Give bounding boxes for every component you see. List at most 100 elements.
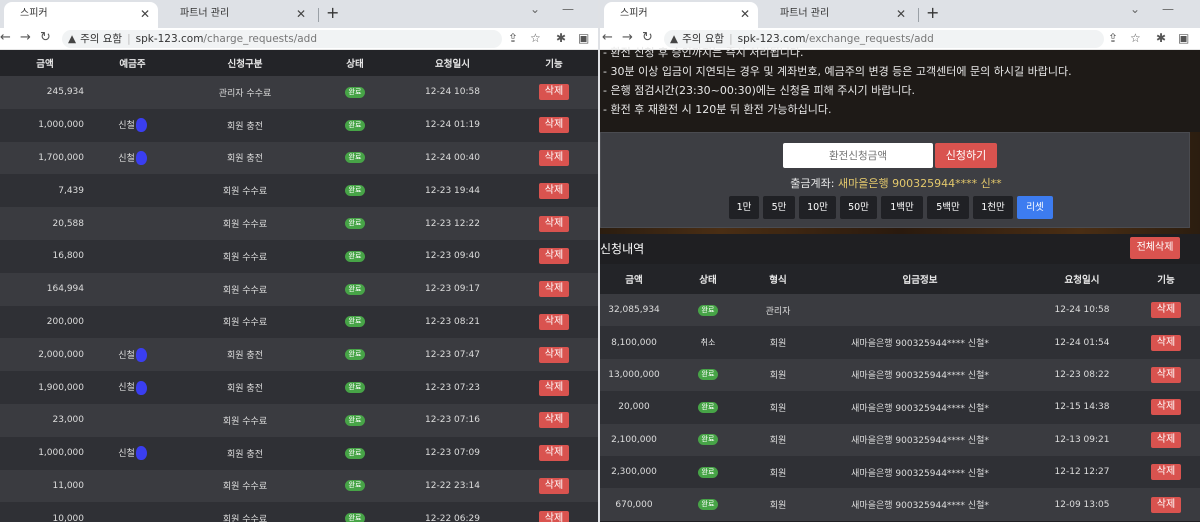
action-cell: 삭제 xyxy=(510,305,598,339)
delete-button[interactable]: 삭제 xyxy=(1150,302,1182,319)
chip-5m[interactable]: 5백만 xyxy=(927,196,969,219)
delete-button[interactable]: 삭제 xyxy=(538,182,570,199)
reset-button[interactable]: 리셋 xyxy=(1017,196,1053,219)
tab-separator xyxy=(318,8,319,22)
delete-button[interactable]: 삭제 xyxy=(538,412,570,429)
amount-cell: 13,000,000 xyxy=(600,358,668,392)
status-cell: 완료 xyxy=(315,469,395,503)
delete-button[interactable]: 삭제 xyxy=(538,510,570,522)
new-tab-icon[interactable]: + xyxy=(926,3,939,22)
type-cell: 회원 충전 xyxy=(175,436,315,470)
table-row: 1,000,000 신철 회원 충전 완료 12-23 07:09 삭제 xyxy=(0,436,598,470)
chip-50k[interactable]: 5만 xyxy=(763,196,795,219)
tab-speaker[interactable]: 스피커 ✕ xyxy=(604,2,758,28)
delete-button[interactable]: 삭제 xyxy=(538,117,570,134)
side-panel-icon[interactable]: ▣ xyxy=(578,31,589,45)
submit-button[interactable]: 신청하기 xyxy=(935,143,997,168)
notice-line: - 환전 후 재환전 시 120분 뒤 환전 가능하십니다. xyxy=(603,103,832,116)
close-icon[interactable]: ✕ xyxy=(740,2,750,26)
deposit-info-cell: 새마을은행 900325944**** 신철* xyxy=(808,391,1032,424)
status-cell: 완료 xyxy=(315,338,395,372)
date-cell: 12-22 06:29 xyxy=(395,502,510,522)
minimize-icon[interactable]: — xyxy=(1162,2,1174,16)
amount-cell: 8,100,000 xyxy=(600,326,668,359)
delete-button[interactable]: 삭제 xyxy=(538,84,570,101)
chip-100k[interactable]: 10만 xyxy=(799,196,836,219)
delete-button[interactable]: 삭제 xyxy=(1150,496,1182,513)
reload-icon[interactable]: ↻ xyxy=(40,30,51,45)
type-cell: 회원 충전 xyxy=(175,141,315,175)
forward-arrow-icon[interactable]: → xyxy=(20,30,31,45)
kind-cell: 회원 xyxy=(748,391,808,424)
chip-10m[interactable]: 1천만 xyxy=(973,196,1013,219)
delete-button[interactable]: 삭제 xyxy=(1150,399,1182,416)
close-icon[interactable]: ✕ xyxy=(896,2,906,26)
action-cell: 삭제 xyxy=(510,436,598,470)
new-tab-icon[interactable]: + xyxy=(326,3,339,22)
chevron-down-icon[interactable]: ⌄ xyxy=(530,2,540,16)
delete-button[interactable]: 삭제 xyxy=(538,313,570,330)
chevron-down-icon[interactable]: ⌄ xyxy=(1130,2,1140,16)
delete-button[interactable]: 삭제 xyxy=(1150,334,1182,351)
close-icon[interactable]: ✕ xyxy=(296,2,306,26)
share-icon[interactable]: ⇪ xyxy=(508,31,518,45)
delete-button[interactable]: 삭제 xyxy=(538,149,570,166)
notice-panel: - 환전 신청 후 승인까지는 즉시 처리됩니다. - 30분 이상 입금이 지… xyxy=(600,46,1200,132)
delete-button[interactable]: 삭제 xyxy=(538,215,570,232)
amount-cell: 245,934 xyxy=(0,76,90,109)
deposit-info-cell: 새마을은행 900325944**** 신철* xyxy=(808,358,1032,392)
delete-button[interactable]: 삭제 xyxy=(538,248,570,265)
delete-button[interactable]: 삭제 xyxy=(1150,464,1182,481)
action-cell: 삭제 xyxy=(510,174,598,208)
delete-button[interactable]: 삭제 xyxy=(1150,431,1182,448)
tab-partner[interactable]: 파트너 관리 ✕ xyxy=(164,2,314,28)
status-badge: 완료 xyxy=(697,499,719,511)
redaction-mark xyxy=(135,118,147,133)
holder-name: 신철 xyxy=(118,153,135,164)
status-cell: 완료 xyxy=(315,141,395,175)
date-cell: 12-22 23:14 xyxy=(395,469,510,503)
deposit-info-cell xyxy=(808,294,1032,327)
status-cell: 완료 xyxy=(668,358,748,392)
delete-all-button[interactable]: 전체삭제 xyxy=(1130,237,1180,259)
col-holder: 예금주 xyxy=(90,50,175,76)
amount-cell: 164,994 xyxy=(0,272,90,306)
status-badge: 완료 xyxy=(344,316,366,328)
delete-button[interactable]: 삭제 xyxy=(538,477,570,494)
left-browser-window: 스피커 ✕ 파트너 관리 ✕ + ⌄ — ← → ↻ ▲ 주의 요함 | spk-12… xyxy=(0,0,598,522)
action-cell: 삭제 xyxy=(510,371,598,404)
minimize-icon[interactable]: — xyxy=(562,2,574,16)
charge-requests-page: 금액 예금주 신청구분 상태 요청일시 기능 245,934 관리자 수수료 완료 1… xyxy=(0,50,598,522)
kind-cell: 관리자 xyxy=(748,294,808,327)
chip-1m[interactable]: 1백만 xyxy=(881,196,923,219)
account-label: 출금계좌: xyxy=(790,177,835,190)
type-cell: 관리자 수수료 xyxy=(175,76,315,109)
type-cell: 회원 충전 xyxy=(175,371,315,404)
col-status: 상태 xyxy=(315,50,395,76)
table-row: 23,000 회원 수수료 완료 12-23 07:16 삭제 xyxy=(0,403,598,437)
chip-500k[interactable]: 50만 xyxy=(840,196,877,219)
chip-10k[interactable]: 1만 xyxy=(729,196,759,219)
table-row: 670,000 완료 회원 새마을은행 900325944**** 신철* 12-09 … xyxy=(600,488,1200,521)
delete-button[interactable]: 삭제 xyxy=(538,346,570,363)
table-row: 16,800 회원 수수료 완료 12-23 09:40 삭제 xyxy=(0,239,598,273)
star-icon[interactable]: ☆ xyxy=(530,31,541,45)
back-arrow-icon[interactable]: ← xyxy=(0,30,11,45)
kind-cell: 회원 xyxy=(748,455,808,489)
exchange-amount-input[interactable] xyxy=(783,143,933,168)
col-amount: 금액 xyxy=(0,50,90,76)
tab-partner[interactable]: 파트너 관리 ✕ xyxy=(764,2,914,28)
delete-button[interactable]: 삭제 xyxy=(538,379,570,396)
date-cell: 12-24 10:58 xyxy=(1032,294,1132,327)
col-kind: 형식 xyxy=(748,264,808,294)
delete-button[interactable]: 삭제 xyxy=(538,281,570,298)
tab-speaker[interactable]: 스피커 ✕ xyxy=(4,2,158,28)
delete-button[interactable]: 삭제 xyxy=(538,445,570,462)
tab-label: 스피커 xyxy=(20,8,48,19)
table-row: 20,588 회원 수수료 완료 12-23 12:22 삭제 xyxy=(0,207,598,240)
extensions-icon[interactable]: ✱ xyxy=(556,31,566,45)
delete-button[interactable]: 삭제 xyxy=(1150,366,1182,383)
close-icon[interactable]: ✕ xyxy=(140,2,150,26)
address-bar[interactable]: ▲ 주의 요함 | spk-123.com/charge_requests/add xyxy=(62,30,502,48)
date-cell: 12-23 08:21 xyxy=(395,305,510,339)
